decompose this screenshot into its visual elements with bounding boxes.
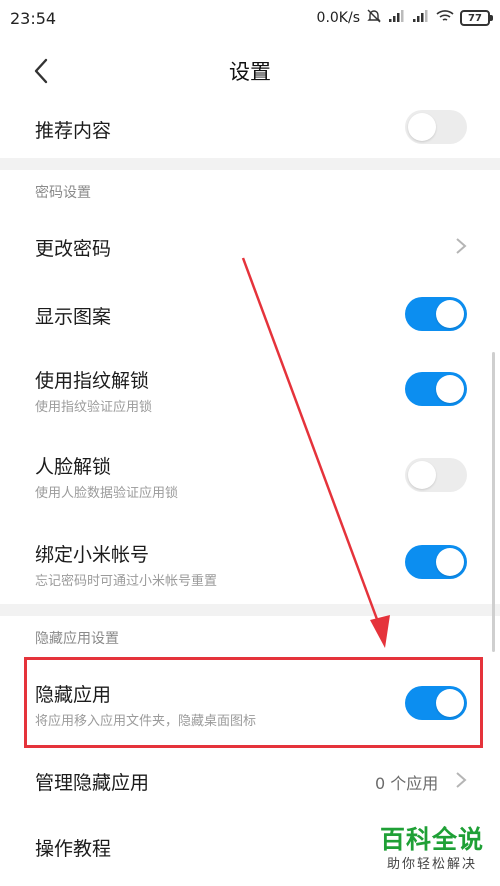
section-divider: [0, 158, 500, 170]
back-arrow-icon: [34, 58, 48, 84]
signal-icon-2: [412, 9, 430, 27]
recommend-toggle[interactable]: [405, 110, 467, 144]
row-face-unlock[interactable]: 人脸解锁 使用人脸数据验证应用锁: [0, 432, 500, 518]
back-button[interactable]: [30, 56, 56, 86]
row-bind-mi-account[interactable]: 绑定小米帐号 忘记密码时可通过小米帐号重置: [0, 518, 500, 604]
wifi-icon: [436, 9, 454, 27]
manage-hidden-count: 0 个应用: [375, 774, 439, 793]
bind-mi-account-subtitle: 忘记密码时可通过小米帐号重置: [35, 574, 218, 589]
page-title: 设置: [229, 60, 271, 84]
status-bar: 23:54 0.0K/s 77: [0, 0, 500, 36]
row-change-password[interactable]: 更改密码: [0, 212, 500, 280]
app-header: 设置: [0, 36, 500, 106]
chevron-right-icon: [456, 772, 467, 788]
face-unlock-toggle[interactable]: [405, 458, 467, 492]
face-unlock-subtitle: 使用人脸数据验证应用锁: [35, 486, 179, 501]
chevron-right-icon: [456, 238, 467, 254]
watermark-sub: 助你轻松解决: [386, 857, 477, 872]
row-fingerprint[interactable]: 使用指纹解锁 使用指纹验证应用锁: [0, 348, 500, 432]
hide-apps-title: 隐藏应用: [35, 684, 112, 706]
row-recommend[interactable]: 推荐内容: [0, 106, 500, 158]
watermark-logo: 百科全说 助你轻松解决: [368, 824, 496, 882]
battery-icon: 77: [460, 10, 493, 26]
bind-mi-account-toggle[interactable]: [405, 545, 467, 579]
tutorial-title: 操作教程: [35, 838, 112, 860]
hide-apps-subtitle: 将应用移入应用文件夹，隐藏桌面图标: [35, 714, 257, 729]
fingerprint-title: 使用指纹解锁: [35, 370, 150, 392]
status-time: 23:54: [10, 8, 57, 28]
hidden-section-label: 隐藏应用设置: [35, 631, 119, 647]
signal-icon: [388, 9, 406, 27]
fingerprint-toggle[interactable]: [405, 372, 467, 406]
change-password-title: 更改密码: [35, 238, 112, 260]
show-pattern-title: 显示图案: [35, 306, 112, 328]
row-hide-apps[interactable]: 隐藏应用 将应用移入应用文件夹，隐藏桌面图标: [0, 660, 500, 746]
face-unlock-title: 人脸解锁: [35, 456, 112, 478]
recommend-title: 推荐内容: [35, 120, 112, 142]
manage-hidden-title: 管理隐藏应用: [35, 772, 150, 794]
bind-mi-account-title: 绑定小米帐号: [35, 544, 150, 566]
status-icons: 0.0K/s 77: [316, 8, 493, 28]
scrollbar[interactable]: [492, 352, 495, 652]
show-pattern-toggle[interactable]: [405, 297, 467, 331]
hide-apps-toggle[interactable]: [405, 686, 467, 720]
row-manage-hidden[interactable]: 管理隐藏应用 0 个应用: [0, 746, 500, 814]
mute-bell-icon: [366, 8, 382, 28]
fingerprint-subtitle: 使用指纹验证应用锁: [35, 400, 153, 415]
network-speed: 0.0K/s: [316, 10, 360, 26]
row-show-pattern[interactable]: 显示图案: [0, 280, 500, 348]
password-section-label: 密码设置: [35, 185, 91, 201]
watermark-main: 百科全说: [379, 825, 484, 854]
section-divider: [0, 604, 500, 616]
